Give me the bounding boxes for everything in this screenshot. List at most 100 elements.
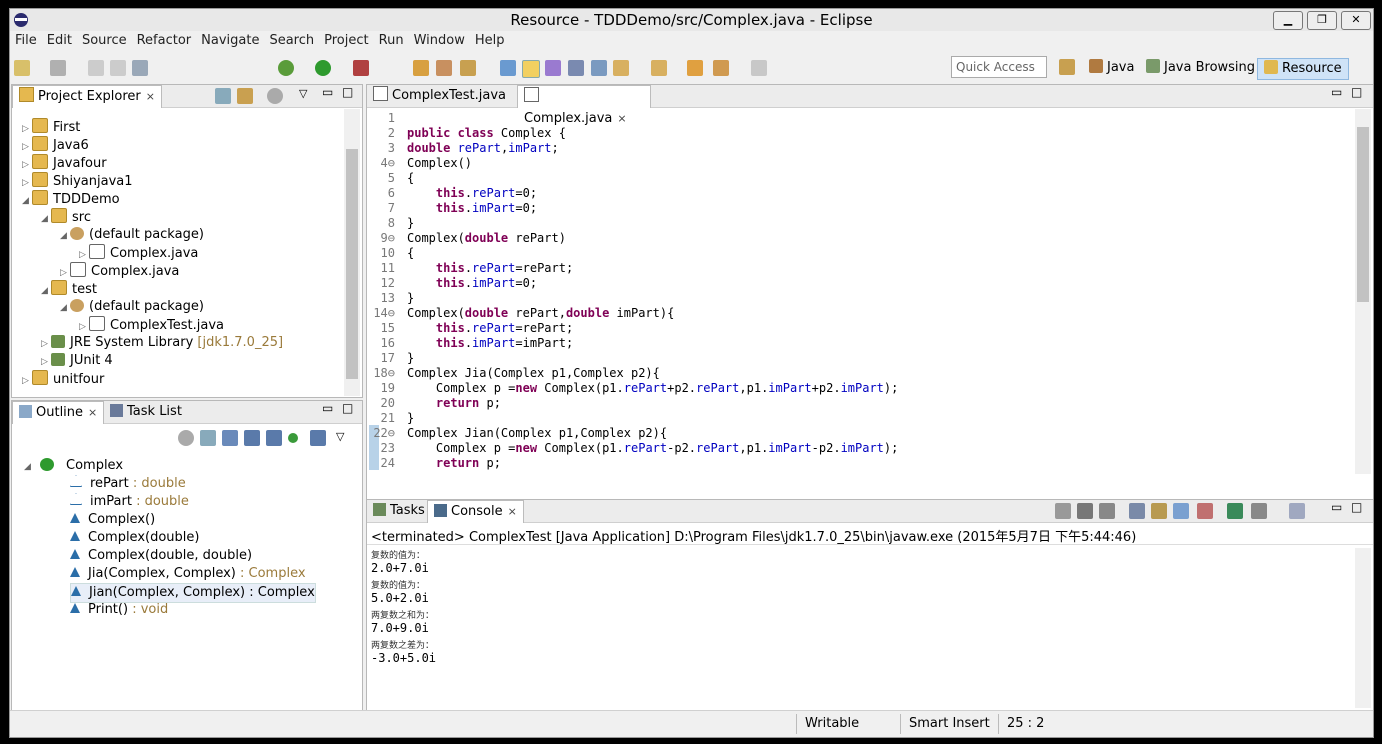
view-menu-icon[interactable]: ▽ bbox=[336, 430, 344, 443]
hide-static-icon[interactable] bbox=[266, 430, 282, 446]
sort-icon[interactable] bbox=[222, 430, 238, 446]
outline-item[interactable]: Jian(Complex, Complex) : Complex bbox=[70, 583, 316, 603]
next-annotation-icon[interactable] bbox=[613, 60, 629, 76]
project-tree-scrollbar[interactable] bbox=[344, 109, 360, 396]
open-console-icon[interactable] bbox=[1289, 503, 1305, 519]
close-icon[interactable]: ⨯ bbox=[508, 505, 517, 518]
tree-item[interactable]: ▷ JUnit 4 bbox=[41, 352, 113, 370]
show-stdout-icon[interactable] bbox=[1173, 503, 1189, 519]
focus-icon[interactable] bbox=[267, 88, 283, 104]
twisty-icon[interactable]: ◢ bbox=[60, 227, 70, 245]
maximize-view-icon[interactable]: □ bbox=[342, 85, 353, 99]
menu-search[interactable]: Search bbox=[264, 31, 319, 51]
code-editor[interactable]: 1 2 public class Complex {3 double rePart, i… bbox=[367, 111, 1337, 473]
maximize-view-icon[interactable]: □ bbox=[342, 401, 353, 415]
tab-complex-java[interactable]: Complex.java ⨯ bbox=[517, 85, 651, 126]
terminate-icon[interactable] bbox=[1055, 503, 1071, 519]
prev-annotation-icon[interactable] bbox=[651, 60, 667, 76]
menu-file[interactable]: File bbox=[10, 31, 42, 51]
pin-console-icon[interactable] bbox=[1227, 503, 1243, 519]
tree-item[interactable]: ▷ ComplexTest.java bbox=[79, 316, 224, 334]
minimize-button[interactable]: ▁ bbox=[1273, 11, 1303, 30]
annotation-icon[interactable] bbox=[500, 60, 516, 76]
menu-edit[interactable]: Edit bbox=[42, 31, 77, 51]
minimize-view-icon[interactable]: ▭ bbox=[1331, 85, 1342, 99]
console-scrollbar[interactable] bbox=[1355, 548, 1371, 708]
twisty-icon[interactable]: ▷ bbox=[22, 372, 32, 390]
remove-launch-icon[interactable] bbox=[1077, 503, 1093, 519]
outline-item[interactable]: Complex(double, double) bbox=[70, 547, 252, 565]
word-wrap-icon[interactable] bbox=[568, 60, 584, 76]
tree-item[interactable]: ◢ src bbox=[41, 208, 91, 226]
maximize-view-icon[interactable]: □ bbox=[1351, 85, 1362, 99]
close-icon[interactable]: ⨯ bbox=[88, 406, 97, 419]
run-icon[interactable] bbox=[315, 60, 331, 76]
menu-source[interactable]: Source bbox=[77, 31, 132, 51]
outline-item[interactable]: imPart : double bbox=[70, 493, 189, 511]
minimize-view-icon[interactable]: ▭ bbox=[322, 401, 333, 415]
tree-item[interactable]: ▷ Complex.java bbox=[60, 262, 179, 280]
twisty-icon[interactable]: ▷ bbox=[41, 353, 51, 371]
outline-item[interactable]: Complex(double) bbox=[70, 529, 199, 547]
tree-item[interactable]: ▷ JRE System Library [jdk1.7.0_25] bbox=[41, 334, 283, 352]
tree-item[interactable]: ◢ test bbox=[41, 280, 97, 298]
save-all-icon[interactable] bbox=[110, 60, 126, 76]
hide-fields-icon[interactable] bbox=[244, 430, 260, 446]
twisty-icon[interactable]: ◢ bbox=[41, 210, 51, 228]
menu-help[interactable]: Help bbox=[470, 31, 510, 51]
console-output[interactable]: 复数的值为： 2.0+7.0i 复数的值为： 5.0+2.0i 两复数之和为： 7.0+9… bbox=[367, 548, 1347, 708]
tree-item[interactable]: ◢ TDDDemo bbox=[22, 190, 120, 208]
new-icon[interactable] bbox=[14, 60, 30, 76]
tree-item[interactable]: ▷ Shiyanjava1 bbox=[22, 172, 133, 190]
outline-item[interactable]: Complex() bbox=[70, 511, 155, 529]
tree-item[interactable]: ▷ First bbox=[22, 118, 80, 136]
menu-project[interactable]: Project bbox=[319, 31, 373, 51]
focus-icon[interactable] bbox=[178, 430, 194, 446]
maximize-button[interactable]: ❐ bbox=[1307, 11, 1337, 30]
minimize-view-icon[interactable]: ▭ bbox=[322, 85, 333, 99]
remove-all-icon[interactable] bbox=[1099, 503, 1115, 519]
menu-window[interactable]: Window bbox=[409, 31, 470, 51]
open-perspective-icon[interactable] bbox=[1059, 59, 1075, 75]
tab-complextest-java[interactable]: ComplexTest.java bbox=[367, 85, 517, 107]
tab-tasks[interactable]: Tasks bbox=[367, 500, 431, 522]
forward-icon[interactable] bbox=[751, 60, 767, 76]
block-selection-icon[interactable] bbox=[545, 60, 561, 76]
tree-item[interactable]: ▷ Javafour bbox=[22, 154, 107, 172]
scroll-thumb[interactable] bbox=[346, 149, 358, 379]
scroll-lock-icon[interactable] bbox=[1151, 503, 1167, 519]
display-console-icon[interactable] bbox=[1251, 503, 1267, 519]
tree-item[interactable]: ▷ Complex.java bbox=[79, 244, 198, 262]
save-icon[interactable] bbox=[88, 60, 104, 76]
menu-run[interactable]: Run bbox=[374, 31, 409, 51]
tree-item[interactable]: ◢ (default package) bbox=[60, 226, 204, 244]
external-tools-icon[interactable] bbox=[353, 60, 369, 76]
twisty-icon[interactable]: ◢ bbox=[22, 192, 32, 210]
outline-item[interactable]: rePart : double bbox=[70, 475, 186, 493]
tree-item[interactable]: ▷ Java6 bbox=[22, 136, 89, 154]
collapse-all-icon[interactable] bbox=[215, 88, 231, 104]
link-editor-icon[interactable] bbox=[237, 88, 253, 104]
scroll-thumb[interactable] bbox=[1357, 127, 1369, 302]
maximize-view-icon[interactable]: □ bbox=[1351, 500, 1362, 514]
close-icon[interactable]: ⨯ bbox=[146, 90, 155, 103]
clear-console-icon[interactable] bbox=[1129, 503, 1145, 519]
perspective-java-browsing[interactable]: Java Browsing bbox=[1146, 58, 1255, 78]
open-task-icon[interactable] bbox=[436, 60, 452, 76]
tab-outline[interactable]: Outline ⨯ bbox=[12, 401, 105, 424]
mark-occurrences-icon[interactable] bbox=[522, 60, 540, 78]
view-menu-icon[interactable]: ▽ bbox=[299, 87, 307, 100]
show-whitespace-icon[interactable] bbox=[591, 60, 607, 76]
last-edit-icon[interactable] bbox=[687, 60, 703, 76]
quick-access-input[interactable]: Quick Access bbox=[951, 56, 1047, 78]
twisty-icon[interactable]: ▷ bbox=[41, 335, 51, 353]
tab-console[interactable]: Console ⨯ bbox=[427, 500, 524, 523]
hide-nonpublic-icon[interactable] bbox=[288, 433, 298, 443]
collapse-all-icon[interactable] bbox=[200, 430, 216, 446]
search-icon[interactable] bbox=[460, 60, 476, 76]
new-wizard-icon[interactable] bbox=[50, 60, 66, 76]
minimize-view-icon[interactable]: ▭ bbox=[1331, 500, 1342, 514]
outline-item[interactable]: Print() : void bbox=[70, 601, 168, 619]
menu-refactor[interactable]: Refactor bbox=[132, 31, 197, 51]
outline-item[interactable]: Jia(Complex, Complex) : Complex bbox=[70, 565, 306, 583]
